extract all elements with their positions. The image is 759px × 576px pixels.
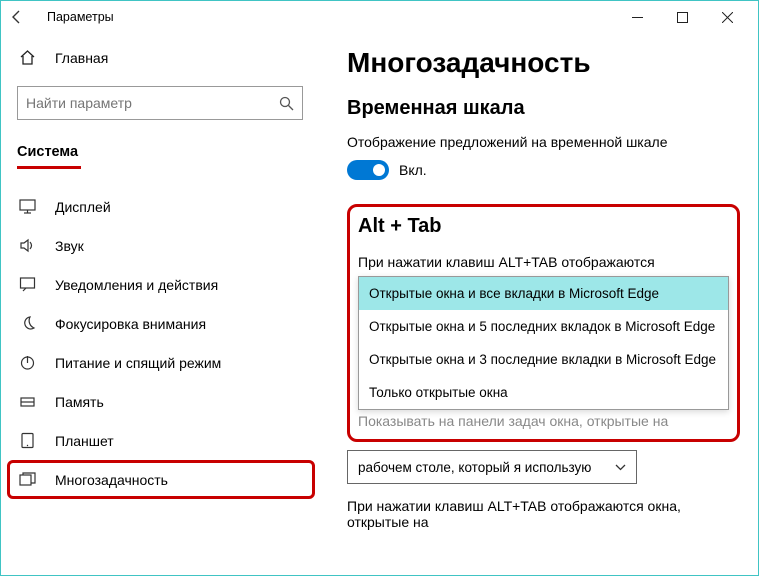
alttab-dropdown-label: При нажатии клавиш ALT+TAB отображаются: [358, 254, 729, 270]
maximize-button[interactable]: [660, 2, 705, 32]
tablet-icon: [19, 432, 37, 449]
page-title: Многозадачность: [347, 47, 740, 79]
select-value: рабочем столе, который я использую: [358, 460, 591, 475]
timeline-section-title: Временная шкала: [347, 97, 740, 120]
monitor-icon: [19, 198, 37, 215]
titlebar: Параметры: [1, 1, 758, 33]
nav-item-power[interactable]: Питание и спящий режим: [1, 343, 321, 382]
nav-item-multitasking[interactable]: Многозадачность: [7, 460, 315, 499]
timeline-toggle[interactable]: [347, 160, 389, 180]
timeline-setting-label: Отображение предложений на временной шка…: [347, 134, 740, 150]
alttab-highlight-annotation: Alt + Tab При нажатии клавиш ALT+TAB ото…: [347, 204, 740, 442]
desktop-select[interactable]: рабочем столе, который я использую: [347, 450, 637, 484]
taskbar-windows-label: Показывать на панели задач окна, открыты…: [358, 413, 729, 429]
nav-label: Дисплей: [55, 199, 111, 215]
power-icon: [19, 354, 37, 371]
nav-item-display[interactable]: Дисплей: [1, 187, 321, 226]
dropdown-option[interactable]: Только открытые окна: [359, 376, 728, 409]
alttab-windows-label: При нажатии клавиш ALT+TAB отображаются …: [347, 498, 740, 530]
timeline-toggle-row: Вкл.: [347, 160, 740, 180]
speaker-icon: [19, 237, 37, 254]
alttab-dropdown[interactable]: Открытые окна и все вкладки в Microsoft …: [358, 276, 729, 410]
dropdown-option[interactable]: Открытые окна и 3 последние вкладки в Mi…: [359, 343, 728, 376]
search-input[interactable]: [17, 86, 303, 120]
nav-item-tablet[interactable]: Планшет: [1, 421, 321, 460]
search-icon: [279, 96, 294, 111]
timeline-toggle-label: Вкл.: [399, 162, 427, 178]
home-label: Главная: [55, 50, 108, 66]
home-nav[interactable]: Главная: [1, 41, 321, 74]
nav-item-notifications[interactable]: Уведомления и действия: [1, 265, 321, 304]
alttab-section-title: Alt + Tab: [358, 215, 729, 238]
main-content: Многозадачность Временная шкала Отображе…: [321, 33, 758, 575]
minimize-button[interactable]: [615, 2, 660, 32]
nav-item-storage[interactable]: Память: [1, 382, 321, 421]
search-field[interactable]: [26, 95, 279, 111]
dropdown-option[interactable]: Открытые окна и все вкладки в Microsoft …: [359, 277, 728, 310]
sidebar: Главная Система Дисплей Звук: [1, 33, 321, 575]
storage-icon: [19, 393, 37, 410]
back-button[interactable]: [9, 9, 43, 25]
nav-label: Многозадачность: [55, 472, 168, 488]
window-title: Параметры: [47, 10, 114, 24]
nav-list: Дисплей Звук Уведомления и действия Фоку…: [1, 187, 321, 499]
nav-label: Питание и спящий режим: [55, 355, 221, 371]
nav-item-sound[interactable]: Звук: [1, 226, 321, 265]
dropdown-option[interactable]: Открытые окна и 5 последних вкладок в Mi…: [359, 310, 728, 343]
nav-label: Фокусировка внимания: [55, 316, 206, 332]
nav-item-focus[interactable]: Фокусировка внимания: [1, 304, 321, 343]
close-button[interactable]: [705, 2, 750, 32]
nav-label: Планшет: [55, 433, 114, 449]
chevron-down-icon: [615, 464, 626, 471]
multitasking-icon: [19, 471, 37, 488]
nav-label: Память: [55, 394, 104, 410]
section-underline-annotation: [17, 166, 81, 169]
nav-label: Уведомления и действия: [55, 277, 218, 293]
moon-icon: [19, 315, 37, 332]
nav-label: Звук: [55, 238, 84, 254]
window-controls: [615, 2, 750, 32]
section-label: Система: [1, 124, 321, 164]
message-icon: [19, 276, 37, 293]
home-icon: [19, 49, 37, 66]
